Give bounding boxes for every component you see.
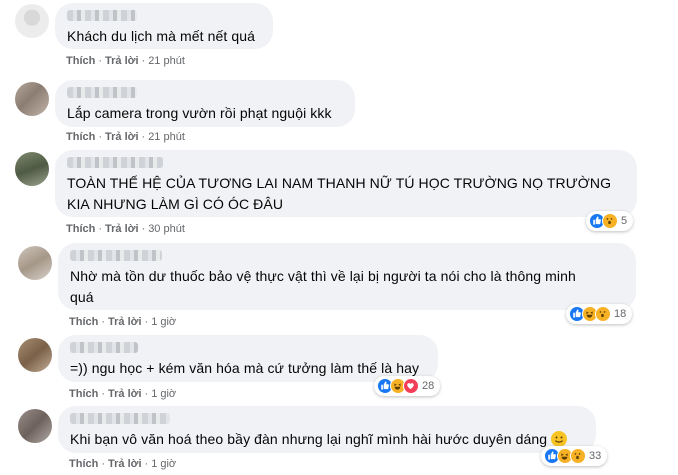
like-link[interactable]: Thích [66,223,95,235]
reaction-summary[interactable]: 28 [374,376,441,396]
smiling-face-emoji-icon [551,431,568,447]
timestamp[interactable]: 1 giờ [151,316,176,328]
timestamp[interactable]: 21 phút [148,131,185,143]
timestamp[interactable]: 30 phút [148,223,185,235]
reply-link[interactable]: Trả lời [108,316,142,328]
reaction-summary[interactable]: 5 [586,211,634,231]
reply-link[interactable]: Trả lời [105,131,139,143]
timestamp[interactable]: 1 giờ [151,388,176,400]
comment-actions: Thích · Trả lời · 30 phút [66,223,185,235]
comment-text-line: KIA NHƯNG LÀM GÌ CÓ ÓC ĐÂU [67,196,284,212]
reply-link[interactable]: Trả lời [105,223,139,235]
comment-text-line: TOÀN THẾ HỆ CỦA TƯƠNG LAI NAM THANH NỮ T… [67,175,612,191]
reaction-count: 18 [614,308,627,320]
comment-text: Khi bạn vô văn hoá theo bầy đàn nhưng lạ… [70,429,584,450]
author-name-blurred[interactable] [67,157,163,168]
comment-text-line: quá [70,289,94,305]
comment-bubble: Khi bạn vô văn hoá theo bầy đàn nhưng lạ… [58,406,596,453]
comment-text-line: Nhờ mà tồn dư thuốc bảo vệ thực vật thì … [70,268,576,284]
author-name-blurred[interactable] [67,87,137,98]
comment-text-content: Khi bạn vô văn hoá theo bầy đàn nhưng lạ… [70,431,548,447]
comment-text: =)) ngu học + kém văn hóa mà cứ tưởng là… [70,360,420,376]
avatar[interactable] [15,4,49,38]
reply-link[interactable]: Trả lời [108,458,142,470]
avatar[interactable] [15,152,49,186]
wow-reaction-icon [595,306,611,322]
love-reaction-icon [403,378,419,394]
comment-bubble: TOÀN THẾ HỆ CỦA TƯƠNG LAI NAM THANH NỮ T… [55,150,637,217]
avatar[interactable] [18,338,52,372]
timestamp[interactable]: 1 giờ [151,458,176,470]
reaction-count: 5 [621,215,628,227]
author-name-blurred[interactable] [70,413,170,424]
reply-link[interactable]: Trả lời [108,388,142,400]
author-name-blurred[interactable] [70,342,138,353]
comment-actions: Thích · Trả lời · 21 phút [66,55,185,67]
avatar[interactable] [18,246,52,280]
reaction-summary[interactable]: 18 [566,304,633,324]
comment-actions: Thích · Trả lời · 1 giờ [69,316,177,328]
wow-reaction-icon [570,448,586,464]
like-link[interactable]: Thích [69,388,98,400]
comment-actions: Thích · Trả lời · 1 giờ [69,458,177,470]
comment-text: Lắp camera trong vườn rồi phạt nguội kkk [67,105,332,121]
timestamp[interactable]: 21 phút [148,55,185,67]
author-name-blurred[interactable] [67,10,137,21]
comment-bubble: =)) ngu học + kém văn hóa mà cứ tưởng là… [58,335,438,382]
comment-bubble: Nhờ mà tồn dư thuốc bảo vệ thực vật thì … [58,243,636,310]
comment-actions: Thích · Trả lời · 1 giờ [69,388,177,400]
like-link[interactable]: Thích [66,55,95,67]
reply-link[interactable]: Trả lời [105,55,139,67]
like-link[interactable]: Thích [66,131,95,143]
comment-bubble: Khách du lịch mà mết nết quá [55,3,273,49]
comment-actions: Thích · Trả lời · 21 phút [66,131,185,143]
comment-text: Khách du lịch mà mết nết quá [67,28,256,44]
author-name-blurred[interactable] [70,250,162,261]
avatar[interactable] [15,82,49,116]
reaction-count: 28 [422,380,435,392]
like-link[interactable]: Thích [69,458,98,470]
comment-bubble: Lắp camera trong vườn rồi phạt nguội kkk [55,80,355,127]
reaction-count: 33 [589,450,602,462]
like-link[interactable]: Thích [69,316,98,328]
wow-reaction-icon [602,213,618,229]
avatar[interactable] [18,409,52,443]
reaction-summary[interactable]: 33 [541,446,608,466]
